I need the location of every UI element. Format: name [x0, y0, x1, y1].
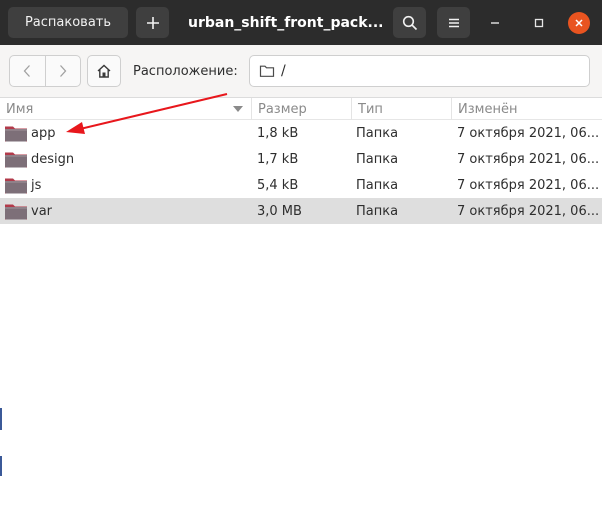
main-menu-button[interactable]	[437, 7, 470, 38]
search-icon	[402, 15, 417, 30]
window-title: urban_shift_front_pack...	[188, 14, 384, 31]
file-size: 3,0 MB	[257, 203, 302, 219]
plus-icon	[146, 16, 159, 29]
table-row-selected[interactable]: var 3,0 MB Папка 7 октября 2021, 06...	[0, 198, 602, 224]
maximize-icon	[534, 18, 544, 28]
file-name: app	[31, 125, 56, 141]
minimize-button[interactable]	[484, 12, 506, 34]
folder-icon	[5, 204, 27, 220]
folder-icon	[5, 152, 27, 168]
location-label: Расположение:	[133, 64, 238, 79]
column-type-header[interactable]: Тип	[352, 98, 452, 120]
file-name: var	[31, 203, 53, 219]
file-name: js	[31, 177, 42, 193]
file-list: app 1,8 kB Папка 7 октября 2021, 06... d…	[0, 120, 602, 224]
file-type: Папка	[356, 151, 399, 167]
extract-button[interactable]: Распаковать	[8, 7, 128, 38]
minimize-icon	[491, 22, 499, 24]
chevron-right-icon	[59, 65, 67, 77]
file-modified: 7 октября 2021, 06...	[457, 151, 600, 167]
table-row[interactable]: design 1,7 kB Папка 7 октября 2021, 06..…	[0, 146, 602, 172]
file-modified: 7 октября 2021, 06...	[457, 203, 600, 219]
file-type: Папка	[356, 177, 399, 193]
sort-descending-icon	[233, 106, 243, 112]
file-type: Папка	[356, 203, 399, 219]
home-icon	[97, 64, 111, 78]
search-button[interactable]	[393, 7, 426, 38]
close-icon	[575, 19, 583, 27]
folder-outline-icon	[259, 65, 275, 77]
folder-icon	[5, 126, 27, 142]
window-edge-artifact	[0, 456, 2, 476]
navigation-buttons	[9, 55, 81, 87]
file-size: 1,8 kB	[257, 125, 299, 141]
table-row[interactable]: js 5,4 kB Папка 7 октября 2021, 06...	[0, 172, 602, 198]
column-size-header[interactable]: Размер	[252, 98, 352, 120]
column-header: Имя Размер Тип Изменён	[0, 98, 602, 120]
location-path: /	[281, 63, 286, 79]
header-bar: Распаковать urban_shift_front_pack...	[0, 0, 602, 45]
column-modified-header[interactable]: Изменён	[452, 98, 602, 120]
hamburger-menu-icon	[448, 18, 459, 27]
close-button[interactable]	[568, 12, 590, 34]
add-files-button[interactable]	[136, 7, 169, 38]
file-size: 1,7 kB	[257, 151, 299, 167]
window-edge-artifact	[0, 408, 2, 430]
chevron-left-icon	[23, 65, 31, 77]
table-row[interactable]: app 1,8 kB Папка 7 октября 2021, 06...	[0, 120, 602, 146]
maximize-button[interactable]	[528, 12, 550, 34]
file-size: 5,4 kB	[257, 177, 299, 193]
back-button[interactable]	[10, 56, 45, 86]
home-button[interactable]	[87, 55, 121, 87]
column-name-header[interactable]: Имя	[0, 98, 252, 120]
location-toolbar: Расположение: /	[0, 45, 602, 98]
forward-button[interactable]	[44, 56, 81, 86]
file-name: design	[31, 151, 75, 167]
file-type: Папка	[356, 125, 399, 141]
file-modified: 7 октября 2021, 06...	[457, 125, 600, 141]
folder-icon	[5, 178, 27, 194]
file-modified: 7 октября 2021, 06...	[457, 177, 600, 193]
location-field[interactable]: /	[249, 55, 590, 87]
